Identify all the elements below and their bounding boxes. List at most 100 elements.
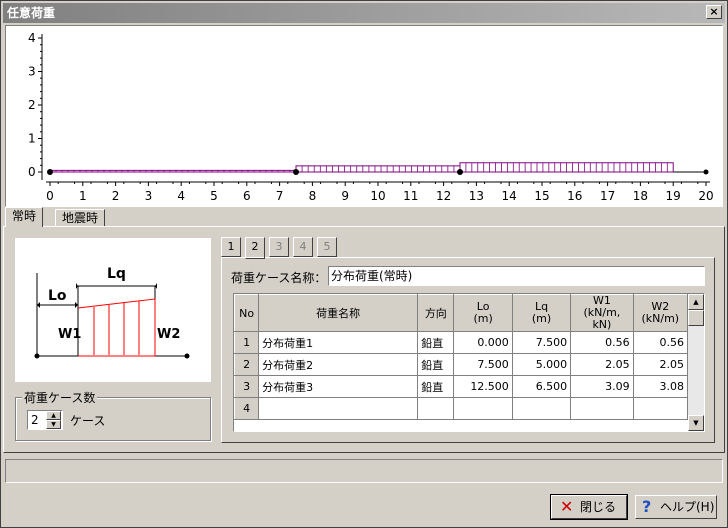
stepper-down-icon[interactable]: ▼ [46,420,61,429]
stepper-up-icon[interactable]: ▲ [46,411,61,420]
x-tick-label: 16 [567,189,582,203]
x-tick-label: 4 [177,189,185,203]
x-tick-label: 7 [276,189,284,203]
case-tab-3[interactable]: 3 [269,237,289,257]
case-tab-4[interactable]: 4 [293,237,313,257]
help-question-icon: ? [642,497,652,516]
x-tick-label: 10 [370,189,385,203]
load-node [457,169,463,175]
row-lo[interactable]: 0.000 [453,331,513,354]
diagram-lq-label: Lq [107,266,126,282]
row-name[interactable]: 分布荷重3 [258,375,419,398]
x-tick-label: 2 [112,189,120,203]
row-w1[interactable]: 2.05 [570,353,634,376]
table-scrollbar[interactable]: ▲ ▼ [688,294,704,431]
row-lo[interactable]: 7.500 [453,353,513,376]
row-w2[interactable] [632,397,689,420]
row-w1[interactable] [570,397,634,420]
window-title: 任意荷重 [7,6,56,20]
table-row[interactable]: 1 分布荷重1 鉛直 0.000 7.500 0.56 0.56 [234,331,689,354]
row-lq[interactable]: 7.500 [511,331,572,354]
col-w2-unit: (kN/m) [641,312,680,325]
tab-seismic[interactable]: 地震時 [55,209,106,227]
table-row[interactable]: 4 [234,397,689,420]
title-bar: 任意荷重 × [3,3,725,23]
y-tick-label: 0 [28,165,36,179]
case-name-label: 荷重ケース名称： [231,271,327,285]
row-lq[interactable] [511,397,572,420]
close-button[interactable]: ✕ 閉じる [550,494,628,520]
x-tick-label: 15 [534,189,549,203]
row-no: 4 [234,397,260,420]
x-tick-label: 19 [666,189,681,203]
x-tick-label: 17 [600,189,615,203]
x-tick-label: 14 [502,189,517,203]
row-lq[interactable]: 6.500 [511,375,572,398]
x-tick-label: 6 [243,189,251,203]
load-node [293,169,299,175]
diagram-w2-label: W2 [157,327,180,342]
col-no: No [234,294,260,332]
col-w2: W2 (kN/m) [632,294,689,332]
x-tick-label: 1 [79,189,87,203]
row-lq[interactable]: 5.000 [511,353,572,376]
load-shape [49,169,297,173]
row-name[interactable]: 分布荷重1 [258,331,419,354]
row-w2[interactable]: 3.08 [632,375,689,398]
case-count-stepper[interactable]: 2 ▲ ▼ [27,410,63,430]
row-lo[interactable] [453,397,513,420]
beam-support [703,169,709,175]
x-tick-label: 13 [469,189,484,203]
row-no: 2 [234,353,260,376]
row-dir[interactable] [417,397,455,420]
scroll-up-icon[interactable]: ▲ [688,294,704,310]
y-tick-label: 4 [28,31,36,45]
row-lo[interactable]: 12.500 [453,375,513,398]
row-w2[interactable]: 0.56 [632,331,689,354]
help-button[interactable]: ? ヘルプ(H) [635,495,717,519]
y-tick-label: 1 [28,132,36,146]
scroll-thumb[interactable] [688,310,704,326]
row-no: 3 [234,375,260,398]
case-tab-1[interactable]: 1 [221,237,241,257]
chart-svg: 432100 1 2 3 4 5 6 7 8 9 10 11 12 13 14 15 16 17 18 19 20 [28,31,714,203]
row-w1[interactable]: 3.09 [570,375,634,398]
diagram-w1-label: W1 [58,327,81,342]
window-close-button[interactable]: × [706,5,722,19]
row-dir[interactable]: 鉛直 [417,353,455,376]
col-name: 荷重名称 [258,294,419,332]
x-tick-label: 20 [698,189,713,203]
table-row[interactable]: 3 分布荷重3 鉛直 12.500 6.500 3.09 3.08 [234,375,689,398]
row-dir[interactable]: 鉛直 [417,375,455,398]
scroll-down-icon[interactable]: ▼ [688,415,704,431]
x-tick-label: 11 [403,189,418,203]
col-w1-unit: (kN/m, kN) [583,306,621,331]
col-lo: Lo (m) [453,294,513,332]
row-name[interactable]: 分布荷重2 [258,353,419,376]
case-tab-2[interactable]: 2 [245,237,265,259]
status-bar [5,459,723,483]
col-dir: 方向 [417,294,455,332]
row-name[interactable] [258,397,419,420]
case-tab-5[interactable]: 5 [317,237,337,257]
case-count-label: 荷重ケース数 [22,389,98,406]
x-tick-label: 5 [210,189,218,203]
load-node [47,169,53,175]
load-diagram: Lq Lo W1 W2 [15,238,211,382]
x-tick-label: 9 [341,189,349,203]
case-count-value: 2 [31,413,39,427]
x-tick-label: 8 [309,189,317,203]
row-dir[interactable]: 鉛直 [417,331,455,354]
col-lo-unit: (m) [473,312,493,325]
x-tick-label: 3 [145,189,153,203]
row-w1[interactable]: 0.56 [570,331,634,354]
close-x-icon: ✕ [560,497,574,516]
tab-normal[interactable]: 常時 [5,207,44,227]
case-name-input[interactable]: 分布荷重(常時) [328,266,705,286]
table-row[interactable]: 2 分布荷重2 鉛直 7.500 5.000 2.05 2.05 [234,353,689,376]
col-w1: W1 (kN/m, kN) [570,294,634,332]
load-chart: 4 3 2 1 0 0 1 2 3 4 5 6 7 8 9 10 11 12 13 14 15 16 17 18 19 20 [5,25,723,207]
x-tick-label: 18 [633,189,648,203]
row-no: 1 [234,331,260,354]
row-w2[interactable]: 2.05 [632,353,689,376]
